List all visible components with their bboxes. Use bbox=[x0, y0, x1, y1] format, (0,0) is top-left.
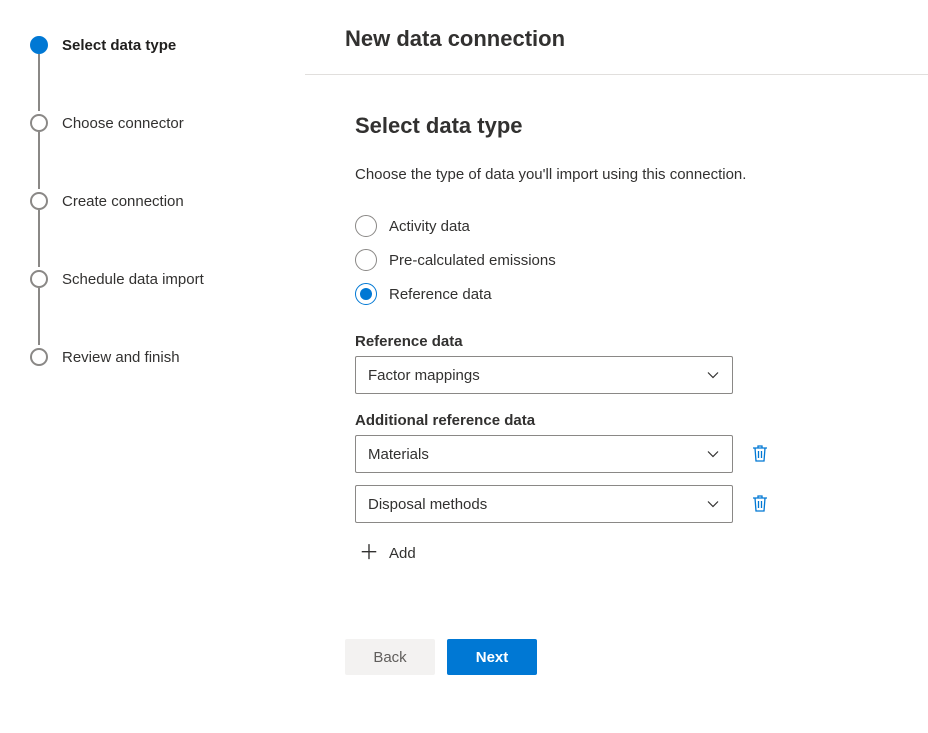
delete-row-button[interactable] bbox=[747, 441, 773, 467]
step-indicator-dot bbox=[30, 348, 48, 366]
step-schedule-data-import[interactable]: Schedule data import bbox=[30, 267, 285, 291]
step-choose-connector[interactable]: Choose connector bbox=[30, 111, 285, 135]
radio-indicator bbox=[355, 215, 377, 237]
page-title: New data connection bbox=[305, 16, 928, 75]
reference-data-field: Reference data Factor mappings bbox=[355, 333, 878, 394]
section-description: Choose the type of data you'll import us… bbox=[355, 165, 775, 185]
step-connector bbox=[38, 210, 40, 267]
chevron-down-icon bbox=[706, 447, 720, 461]
select-value: Materials bbox=[368, 446, 429, 463]
additional-reference-row: Materials bbox=[355, 435, 878, 473]
back-button[interactable]: Back bbox=[345, 639, 435, 675]
step-connector bbox=[38, 288, 40, 345]
radio-indicator bbox=[355, 249, 377, 271]
field-label: Additional reference data bbox=[355, 412, 878, 429]
radio-reference-data[interactable]: Reference data bbox=[355, 283, 878, 305]
step-indicator-dot bbox=[30, 114, 48, 132]
step-indicator-dot bbox=[30, 270, 48, 288]
step-label: Select data type bbox=[62, 37, 176, 54]
step-select-data-type[interactable]: Select data type bbox=[30, 33, 285, 57]
additional-reference-select[interactable]: Disposal methods bbox=[355, 485, 733, 523]
trash-icon bbox=[751, 443, 769, 466]
add-label: Add bbox=[389, 545, 416, 562]
step-connector bbox=[38, 54, 40, 111]
additional-reference-row: Disposal methods bbox=[355, 485, 878, 523]
add-reference-button[interactable]: ＋ Add bbox=[355, 535, 420, 571]
plus-icon: ＋ bbox=[359, 543, 379, 563]
reference-data-select[interactable]: Factor mappings bbox=[355, 356, 733, 394]
radio-label: Pre-calculated emissions bbox=[389, 252, 556, 269]
radio-label: Reference data bbox=[389, 286, 492, 303]
step-review-and-finish[interactable]: Review and finish bbox=[30, 345, 285, 369]
delete-row-button[interactable] bbox=[747, 491, 773, 517]
step-indicator-dot bbox=[30, 36, 48, 54]
step-label: Create connection bbox=[62, 193, 184, 210]
select-value: Disposal methods bbox=[368, 496, 487, 513]
step-label: Schedule data import bbox=[62, 271, 204, 288]
step-create-connection[interactable]: Create connection bbox=[30, 189, 285, 213]
wizard-footer: Back Next bbox=[305, 609, 928, 675]
step-connector bbox=[38, 132, 40, 189]
section-title: Select data type bbox=[355, 113, 878, 139]
radio-label: Activity data bbox=[389, 218, 470, 235]
radio-activity-data[interactable]: Activity data bbox=[355, 215, 878, 237]
wizard-stepper: Select data type Choose connector Create… bbox=[0, 0, 305, 733]
step-label: Review and finish bbox=[62, 349, 180, 366]
field-label: Reference data bbox=[355, 333, 878, 350]
trash-icon bbox=[751, 493, 769, 516]
data-type-radio-group: Activity data Pre-calculated emissions R… bbox=[355, 215, 878, 305]
main-panel: New data connection Select data type Cho… bbox=[305, 0, 928, 733]
chevron-down-icon bbox=[706, 368, 720, 382]
select-value: Factor mappings bbox=[368, 367, 480, 384]
additional-reference-field: Additional reference data Materials Disp… bbox=[355, 412, 878, 571]
radio-indicator bbox=[355, 283, 377, 305]
additional-reference-select[interactable]: Materials bbox=[355, 435, 733, 473]
next-button[interactable]: Next bbox=[447, 639, 537, 675]
radio-pre-calculated-emissions[interactable]: Pre-calculated emissions bbox=[355, 249, 878, 271]
step-indicator-dot bbox=[30, 192, 48, 210]
chevron-down-icon bbox=[706, 497, 720, 511]
step-label: Choose connector bbox=[62, 115, 184, 132]
